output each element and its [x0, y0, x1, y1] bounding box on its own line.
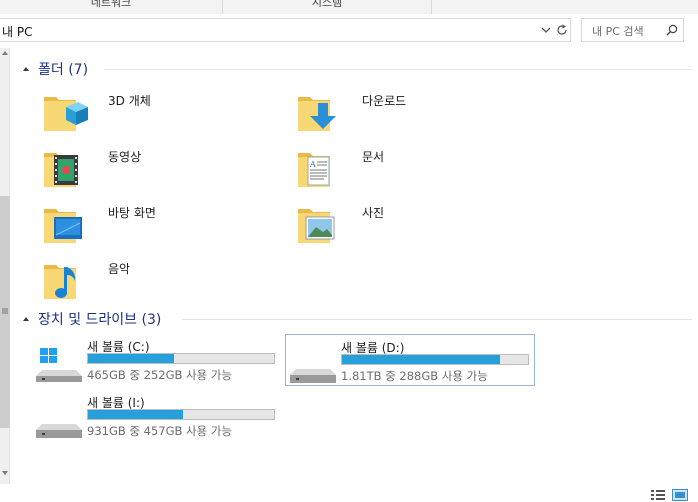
- music-folder-icon: [44, 265, 76, 299]
- folder-music[interactable]: 음악: [42, 257, 292, 305]
- collapse-arrow-icon[interactable]: [22, 315, 30, 323]
- drive-d[interactable]: 새 볼륨 (D:) 1.81TB 중 288GB 사용 가능: [285, 334, 535, 386]
- address-bar[interactable]: 내 PC: [0, 18, 571, 42]
- address-path: 내 PC: [2, 25, 33, 39]
- documents-folder-icon: A: [298, 153, 330, 187]
- folder-label: 3D 개체: [108, 94, 151, 108]
- folder-label: 바탕 화면: [108, 206, 156, 220]
- windows-drive-icon: [36, 348, 82, 382]
- refresh-icon[interactable]: [555, 23, 569, 37]
- svg-text:A: A: [309, 160, 316, 169]
- scroll-down-arrow-icon[interactable]: [0, 468, 10, 478]
- downloads-folder-icon: [298, 97, 336, 131]
- folder-3d-objects[interactable]: 3D 개체: [42, 89, 292, 137]
- ribbon-group-system[interactable]: 시스템: [223, 0, 431, 13]
- ribbon-divider: [431, 0, 432, 14]
- folder-desktop[interactable]: 바탕 화면: [42, 201, 292, 249]
- hard-drive-icon: [36, 424, 82, 438]
- chevron-down-icon[interactable]: [540, 23, 552, 37]
- section-divider: [104, 69, 692, 70]
- folder-documents[interactable]: A 문서: [296, 145, 546, 193]
- folder-label: 다운로드: [362, 94, 407, 108]
- videos-folder-icon: [44, 153, 78, 187]
- folders-section-header[interactable]: 폴더 (7): [22, 59, 692, 79]
- section-divider: [182, 319, 692, 320]
- drive-free-space: 465GB 중 252GB 사용 가능: [87, 368, 233, 382]
- ribbon-group-network[interactable]: 네트워크: [0, 0, 222, 13]
- folder-label: 음악: [108, 262, 131, 276]
- drives-section-title: 장치 및 드라이브 (3): [38, 312, 162, 328]
- folder-videos[interactable]: 동영상: [42, 145, 292, 193]
- pictures-folder-icon: [298, 209, 335, 243]
- folder-label: 문서: [362, 150, 385, 164]
- folder-pictures[interactable]: 사진: [296, 201, 546, 249]
- drive-usage-fill: [88, 354, 174, 363]
- details-view-icon[interactable]: [650, 489, 666, 501]
- drive-free-space: 1.81TB 중 288GB 사용 가능: [341, 369, 488, 383]
- search-icon[interactable]: [666, 24, 678, 36]
- drive-usage-bar: [341, 354, 529, 365]
- scroll-up-arrow-icon[interactable]: [0, 48, 10, 58]
- drive-free-space: 931GB 중 457GB 사용 가능: [87, 424, 233, 438]
- collapse-arrow-icon[interactable]: [22, 65, 30, 73]
- desktop-folder-icon: [44, 209, 82, 243]
- large-icons-view-icon[interactable]: [672, 489, 688, 501]
- ribbon-group-system-label: 시스템: [311, 0, 343, 9]
- 3d-objects-folder-icon: [44, 97, 88, 131]
- hard-drive-icon: [290, 369, 336, 383]
- drive-usage-fill: [88, 410, 183, 419]
- drive-usage-fill: [342, 355, 501, 364]
- drive-usage-bar: [87, 353, 275, 364]
- search-placeholder: 내 PC 검색: [592, 25, 644, 38]
- folders-section-title: 폴더 (7): [38, 62, 89, 78]
- drives-section-header[interactable]: 장치 및 드라이브 (3): [22, 309, 692, 329]
- folder-label: 사진: [362, 206, 385, 220]
- scrollbar-thumb[interactable]: [0, 196, 10, 428]
- address-toolbar: 내 PC 내 PC 검색: [0, 14, 698, 48]
- drive-i[interactable]: 새 볼륨 (I:) 931GB 중 457GB 사용 가능: [32, 390, 282, 442]
- folder-label: 동영상: [108, 150, 142, 164]
- search-box[interactable]: 내 PC 검색: [581, 18, 684, 42]
- ribbon-tabs: 네트워크 시스템: [0, 0, 698, 15]
- drive-usage-bar: [87, 409, 275, 420]
- grip-icon: [2, 308, 8, 314]
- vertical-scrollbar[interactable]: [0, 48, 10, 484]
- drive-c[interactable]: 새 볼륨 (C:) 465GB 중 252GB 사용 가능: [32, 334, 282, 386]
- ribbon-group-network-label: 네트워크: [90, 0, 132, 9]
- folder-downloads[interactable]: 다운로드: [296, 89, 546, 137]
